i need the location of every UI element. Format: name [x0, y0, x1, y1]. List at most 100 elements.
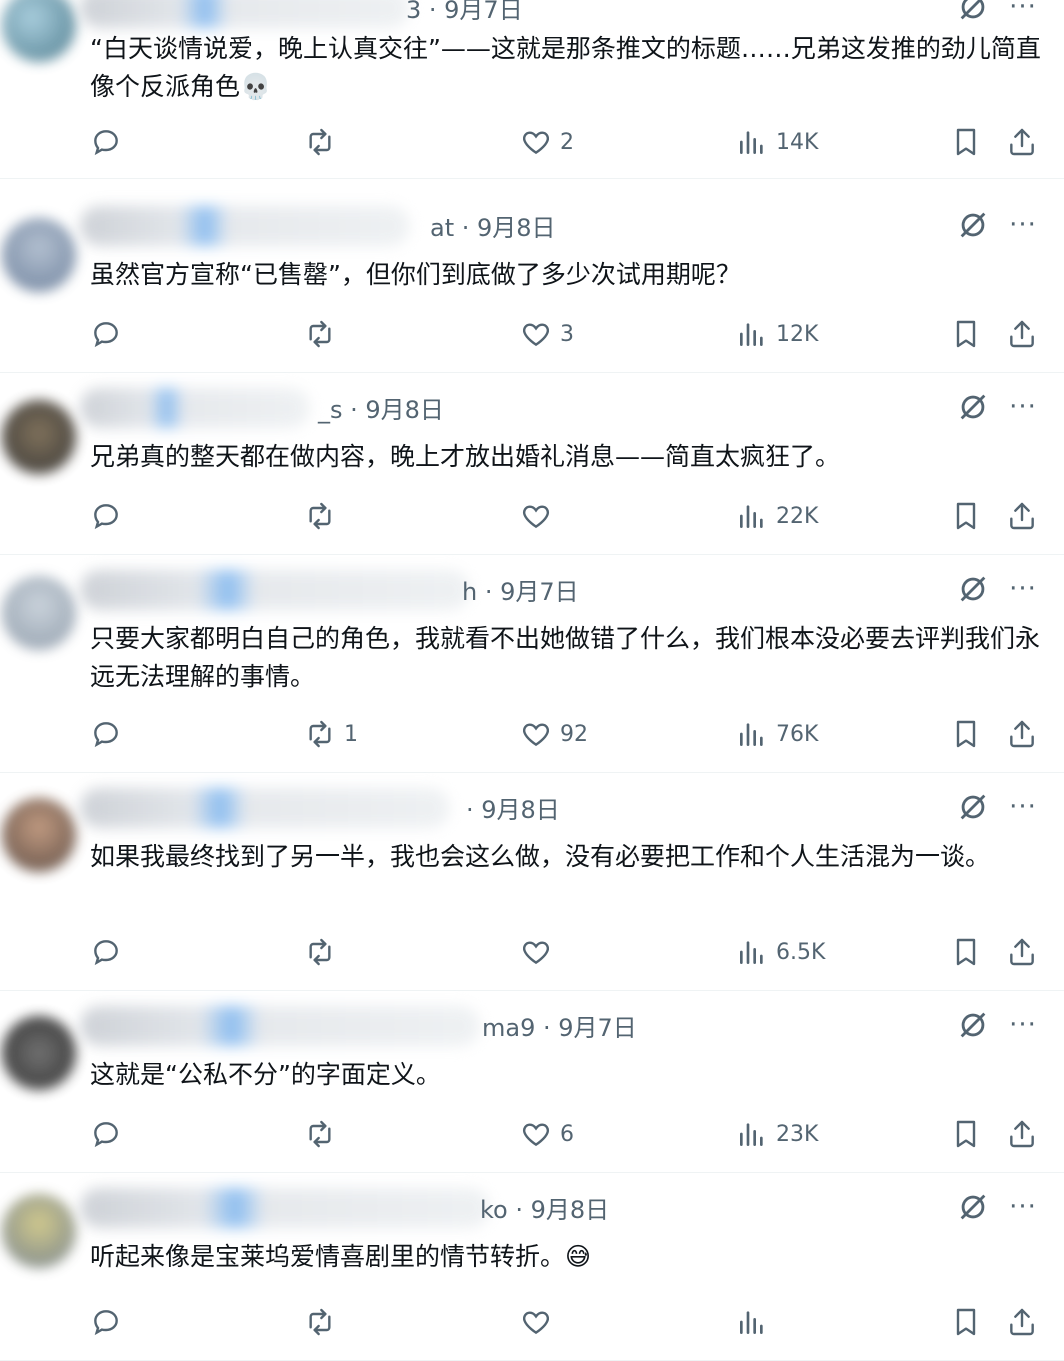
tweet-text: “白天谈情说爱，晚上认真交往”——这就是那条推文的标题……兄弟这发推的劲儿简直像…	[90, 34, 1041, 101]
more-icon[interactable]: ···	[1008, 392, 1038, 422]
avatar[interactable]	[2, 218, 76, 292]
tweet[interactable]: · 9月8日 ··· 如果我最终找到了另一半，我也会这么做，没有必要把工作和个人…	[0, 772, 1064, 991]
tweet-text: 听起来像是宝莱坞爱情喜剧里的情节转折。😅	[90, 1242, 592, 1271]
avatar[interactable]	[2, 1194, 76, 1268]
reply-button[interactable]	[90, 1302, 130, 1342]
retweet-button[interactable]	[304, 314, 344, 354]
author-name-redacted[interactable]	[80, 1006, 480, 1046]
avatar[interactable]	[2, 1016, 76, 1090]
author-name-redacted[interactable]	[80, 0, 410, 28]
tweet-handle-timestamp[interactable]: h · 9月7日	[462, 572, 579, 607]
bookmark-button[interactable]	[950, 1114, 982, 1154]
grok-icon[interactable]	[956, 1008, 990, 1042]
author-name-redacted[interactable]	[80, 1188, 490, 1228]
tweet-actions: 6.5K	[0, 932, 1064, 972]
retweet-button[interactable]	[304, 1302, 344, 1342]
author-name-redacted[interactable]	[80, 388, 310, 428]
share-button[interactable]	[1006, 1114, 1038, 1154]
reply-button[interactable]	[90, 496, 130, 536]
retweet-button[interactable]	[304, 496, 344, 536]
heart-icon	[523, 505, 549, 529]
tweet[interactable]: ma9 · 9月7日 ··· 这就是“公私不分”的字面定义。 6 23K	[0, 990, 1064, 1173]
like-button[interactable]: 6	[520, 1114, 574, 1154]
bookmark-icon	[956, 128, 976, 156]
reply-button[interactable]	[90, 932, 130, 972]
author-name-redacted[interactable]	[80, 570, 470, 610]
avatar[interactable]	[2, 400, 76, 474]
views-button[interactable]: 14K	[736, 122, 818, 162]
heart-icon	[523, 1311, 549, 1335]
heart-icon	[523, 1123, 549, 1147]
more-icon[interactable]: ···	[1008, 1010, 1038, 1040]
views-button[interactable]	[736, 1302, 776, 1342]
bookmark-button[interactable]	[950, 1302, 982, 1342]
share-button[interactable]	[1006, 1302, 1038, 1342]
reply-button[interactable]	[90, 314, 130, 354]
grok-icon[interactable]	[956, 1190, 990, 1224]
views-button[interactable]: 76K	[736, 714, 818, 754]
like-button[interactable]	[520, 932, 560, 972]
tweet-actions: 6 23K	[0, 1114, 1064, 1154]
tweet[interactable]: h · 9月7日 ··· 只要大家都明白自己的角色，我就看不出她做错了什么，我们…	[0, 554, 1064, 773]
reply-button[interactable]	[90, 1114, 130, 1154]
tweet-handle-timestamp[interactable]: 3 · 9月7日	[406, 0, 523, 25]
like-count: 3	[560, 321, 574, 347]
author-name-redacted[interactable]	[80, 788, 450, 828]
reply-icon	[94, 1310, 118, 1336]
more-icon[interactable]: ···	[1008, 210, 1038, 240]
bookmark-button[interactable]	[950, 714, 982, 754]
reply-button[interactable]	[90, 122, 130, 162]
views-button[interactable]: 6.5K	[736, 932, 825, 972]
tweet-handle-timestamp[interactable]: · 9月8日	[466, 790, 560, 825]
share-button[interactable]	[1006, 496, 1038, 536]
share-button[interactable]	[1006, 314, 1038, 354]
tweet-handle-timestamp[interactable]: at · 9月8日	[430, 208, 556, 243]
tweet[interactable]: 3 · 9月7日 ··· “白天谈情说爱，晚上认真交往”——这就是那条推文的标题…	[0, 0, 1064, 179]
retweet-button[interactable]	[304, 932, 344, 972]
tweet[interactable]: ko · 9月8日 ··· 听起来像是宝莱坞爱情喜剧里的情节转折。😅	[0, 1172, 1064, 1361]
bookmark-button[interactable]	[950, 314, 982, 354]
views-icon	[740, 323, 763, 346]
share-button[interactable]	[1006, 932, 1038, 972]
like-button[interactable]: 3	[520, 314, 574, 354]
tweet[interactable]: at · 9月8日 ··· 虽然官方宣称“已售罄”，但你们到底做了多少次试用期呢…	[0, 190, 1064, 373]
avatar[interactable]	[2, 576, 76, 650]
bookmark-button[interactable]	[950, 122, 982, 162]
share-button[interactable]	[1006, 122, 1038, 162]
reply-button[interactable]	[90, 714, 130, 754]
tweet[interactable]: _s · 9月8日 ··· 兄弟真的整天都在做内容，晚上才放出婚礼消息——简直太…	[0, 372, 1064, 555]
retweet-button[interactable]: 1	[304, 714, 358, 754]
like-button[interactable]: 2	[520, 122, 574, 162]
like-button[interactable]: 92	[520, 714, 588, 754]
retweet-button[interactable]	[304, 122, 344, 162]
views-count: 23K	[776, 1121, 819, 1147]
tweet-handle-timestamp[interactable]: _s · 9月8日	[318, 390, 444, 425]
grok-icon[interactable]	[956, 208, 990, 242]
bookmark-button[interactable]	[950, 496, 982, 536]
views-button[interactable]: 23K	[736, 1114, 818, 1154]
author-name-redacted[interactable]	[80, 206, 410, 246]
tweet-handle-timestamp[interactable]: ma9 · 9月7日	[482, 1008, 637, 1043]
tweet-handle-timestamp[interactable]: ko · 9月8日	[480, 1190, 609, 1225]
bookmark-button[interactable]	[950, 932, 982, 972]
tweet-text: 只要大家都明白自己的角色，我就看不出她做错了什么，我们根本没必要去评判我们永远无…	[90, 624, 1041, 691]
retweet-button[interactable]	[304, 1114, 344, 1154]
avatar[interactable]	[2, 0, 76, 62]
grok-icon[interactable]	[956, 0, 990, 24]
grok-icon[interactable]	[956, 390, 990, 424]
grok-icon[interactable]	[956, 790, 990, 824]
more-icon[interactable]: ···	[1008, 1192, 1038, 1222]
like-button[interactable]	[520, 496, 560, 536]
more-icon[interactable]: ···	[1008, 792, 1038, 822]
more-icon[interactable]: ···	[1008, 574, 1038, 604]
share-icon	[1010, 502, 1034, 530]
views-button[interactable]: 12K	[736, 314, 818, 354]
more-icon[interactable]: ···	[1008, 0, 1038, 22]
bookmark-icon	[956, 1308, 976, 1336]
grok-icon[interactable]	[956, 572, 990, 606]
avatar[interactable]	[2, 798, 76, 872]
share-button[interactable]	[1006, 714, 1038, 754]
share-icon	[1010, 320, 1034, 348]
views-button[interactable]: 22K	[736, 496, 818, 536]
like-button[interactable]	[520, 1302, 560, 1342]
